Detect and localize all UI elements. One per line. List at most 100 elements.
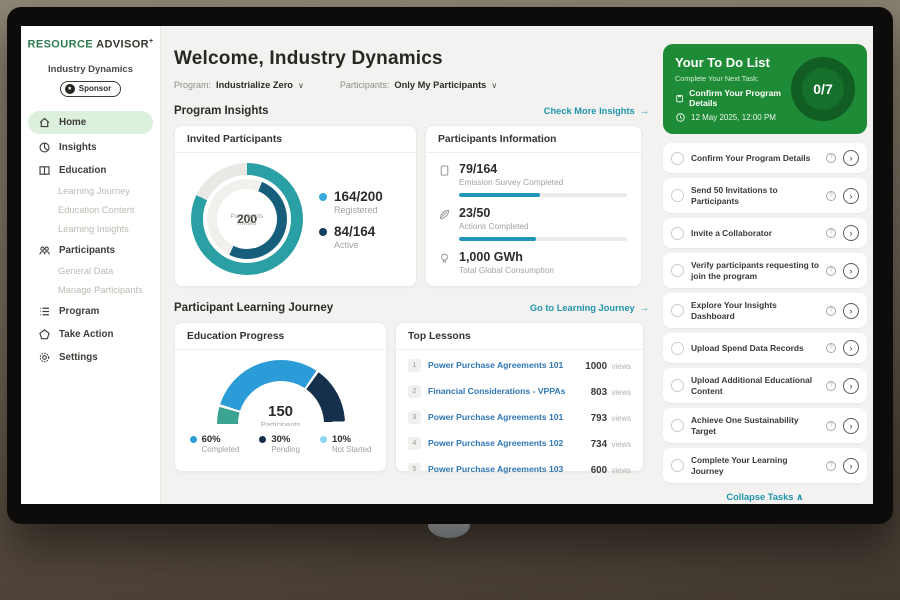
task-row[interactable]: Upload Spend Data Records ? › [663, 333, 867, 363]
program-filter[interactable]: Program: Industrialize Zero ∨ [174, 80, 304, 90]
task-chevron-button[interactable]: › [843, 188, 859, 204]
sponsor-badge-label: Sponsor [79, 84, 111, 93]
insights-icon [38, 141, 51, 154]
task-chevron-button[interactable]: › [843, 418, 859, 434]
info-icon[interactable]: ? [826, 381, 836, 391]
task-checkbox[interactable] [671, 419, 684, 432]
task-row[interactable]: Achieve One Sustainability Target ? › [663, 408, 867, 443]
task-chevron-button[interactable]: › [843, 225, 859, 241]
sidebar-item-learning-journey[interactable]: Learning Journey [21, 182, 160, 201]
task-label: Upload Additional Educational Content [691, 375, 819, 396]
task-row[interactable]: Verify participants requesting to join t… [663, 253, 867, 288]
participants-information-card-title: Participants Information [426, 126, 641, 153]
lesson-views: 803 views [591, 382, 631, 400]
donut-center-label: Participants Invited [225, 213, 269, 227]
task-checkbox[interactable] [671, 189, 684, 202]
lesson-link[interactable]: Power Purchase Agreements 102 [428, 438, 584, 448]
task-chevron-button[interactable]: › [843, 458, 859, 474]
completed-dot [190, 436, 197, 443]
participants-information-card: Participants Information 79/164 Emission… [425, 125, 642, 287]
info-icon[interactable]: ? [826, 306, 836, 316]
task-label: Upload Spend Data Records [691, 343, 819, 354]
task-chevron-button[interactable]: › [843, 263, 859, 279]
task-checkbox[interactable] [671, 264, 684, 277]
registered-dot [319, 193, 327, 201]
info-icon[interactable]: ? [826, 461, 836, 471]
gauge-center-value: 150 [238, 403, 324, 420]
info-icon[interactable]: ? [826, 153, 836, 163]
check-more-insights-link[interactable]: Check More Insights → [544, 106, 649, 116]
sidebar-item-learning-insights[interactable]: Learning Insights [21, 220, 160, 239]
pending-dot [259, 436, 266, 443]
task-row[interactable]: Explore Your Insights Dashboard ? › [663, 293, 867, 328]
invited-participants-donut-chart: 200 Participants Invited [191, 163, 303, 275]
sidebar-item-insights[interactable]: Insights [21, 136, 160, 159]
sidebar-item-education-content[interactable]: Education Content [21, 201, 160, 220]
lesson-link[interactable]: Power Purchase Agreements 103 [428, 464, 584, 474]
not-started-dot [320, 436, 327, 443]
sidebar-item-education[interactable]: Education [21, 159, 160, 182]
collapse-tasks-link[interactable]: Collapse Tasks ∧ [663, 492, 867, 503]
task-checkbox[interactable] [671, 459, 684, 472]
task-label: Confirm Your Program Details [691, 153, 819, 164]
app-logo: RESOURCE ADVISOR+ [21, 38, 160, 51]
lesson-rank: 3 [408, 411, 421, 424]
sidebar: RESOURCE ADVISOR+ Industry Dynamics ★ Sp… [21, 26, 161, 504]
task-checkbox[interactable] [671, 304, 684, 317]
take-action-icon [38, 328, 51, 341]
sidebar-item-take-action[interactable]: Take Action [21, 323, 160, 346]
chevron-down-icon: ∨ [491, 81, 497, 90]
top-lessons-card-title: Top Lessons [396, 323, 643, 350]
sidebar-item-program[interactable]: Program [21, 300, 160, 323]
lesson-link[interactable]: Power Purchase Agreements 101 [428, 360, 578, 370]
task-chevron-button[interactable]: › [843, 378, 859, 394]
info-icon[interactable]: ? [826, 191, 836, 201]
education-progress-gauge-chart: 150 Participants [217, 360, 345, 426]
task-row[interactable]: Upload Additional Educational Content ? … [663, 368, 867, 403]
participants-filter[interactable]: Participants: Only My Participants ∨ [340, 80, 497, 90]
lesson-views: 793 views [591, 408, 631, 426]
invited-participants-card: Invited Participants 200 Participants In… [174, 125, 417, 287]
program-insights-title: Program Insights [174, 105, 269, 117]
active-dot [319, 228, 327, 236]
go-to-learning-journey-link[interactable]: Go to Learning Journey → [530, 303, 649, 313]
task-row[interactable]: Complete Your Learning Journey ? › [663, 448, 867, 483]
sidebar-item-general-data[interactable]: General Data [21, 262, 160, 281]
sponsor-badge[interactable]: ★ Sponsor [60, 81, 121, 97]
task-row[interactable]: Confirm Your Program Details ? › [663, 143, 867, 173]
task-checkbox[interactable] [671, 342, 684, 355]
sidebar-item-settings[interactable]: Settings [21, 346, 160, 369]
sidebar-menu: Home Insights Education Learning Journey… [21, 111, 160, 369]
donut-legend: 164/200 Registered 84/164 Active [319, 180, 383, 259]
main-content: Welcome, Industry Dynamics Program: Indu… [161, 26, 659, 504]
todo-progress-value: 0/7 [813, 81, 832, 97]
sponsor-badge-icon: ★ [65, 84, 75, 94]
info-icon[interactable]: ? [826, 228, 836, 238]
arrow-right-icon: → [640, 303, 649, 313]
task-chevron-button[interactable]: › [843, 340, 859, 356]
actions-leaf-icon [438, 208, 451, 221]
task-chevron-button[interactable]: › [843, 303, 859, 319]
sidebar-item-participants[interactable]: Participants [21, 239, 160, 262]
lesson-link[interactable]: Power Purchase Agreements 101 [428, 412, 584, 422]
top-lessons-card: Top Lessons 1 Power Purchase Agreements … [395, 322, 644, 472]
task-label: Achieve One Sustainability Target [691, 415, 819, 436]
lesson-row: 2 Financial Considerations - VPPAs 803 v… [396, 378, 643, 404]
task-checkbox[interactable] [671, 227, 684, 240]
program-filter-value: Industrialize Zero [216, 80, 293, 90]
info-icon[interactable]: ? [826, 266, 836, 276]
info-icon[interactable]: ? [826, 421, 836, 431]
task-checkbox[interactable] [671, 379, 684, 392]
sidebar-item-manage-participants[interactable]: Manage Participants [21, 281, 160, 300]
lesson-link[interactable]: Financial Considerations - VPPAs [428, 386, 584, 396]
task-checkbox[interactable] [671, 152, 684, 165]
sidebar-item-home[interactable]: Home [28, 111, 153, 134]
task-row[interactable]: Invite a Collaborator ? › [663, 218, 867, 248]
info-icon[interactable]: ? [826, 343, 836, 353]
task-chevron-button[interactable]: › [843, 150, 859, 166]
lesson-views: 1000 views [585, 356, 631, 374]
task-row[interactable]: Send 50 Invitations to Participants ? › [663, 178, 867, 213]
logo-primary: RESOURCE [27, 39, 93, 51]
lesson-rank: 1 [408, 359, 421, 372]
todo-next-task: Confirm Your Program Details [689, 88, 791, 108]
